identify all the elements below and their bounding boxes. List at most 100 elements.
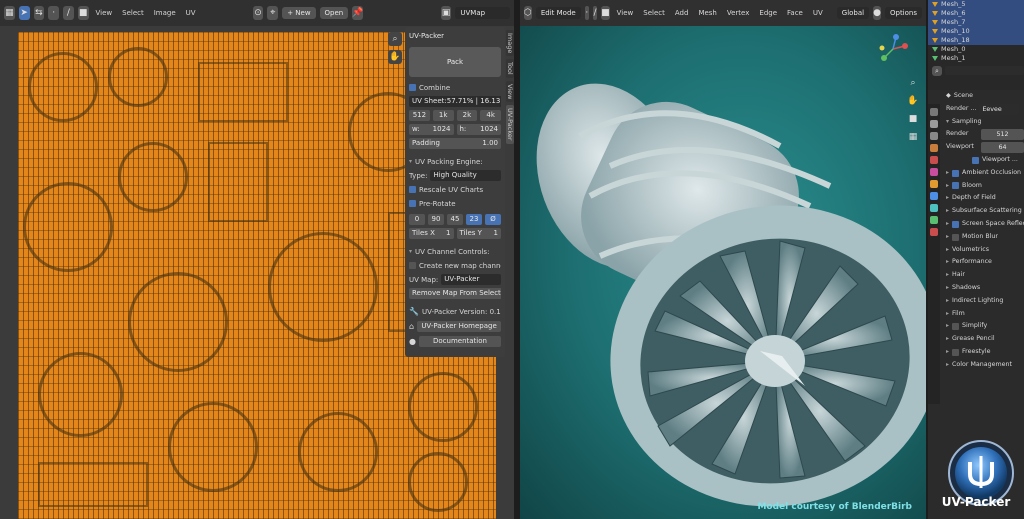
uvmap-name-field[interactable]: UV-Packer (441, 274, 501, 285)
freestyle-checkbox[interactable] (952, 348, 960, 356)
viewport-menu-edge[interactable]: Edge (756, 9, 780, 17)
viewport-samples-field[interactable]: 64 (981, 142, 1024, 154)
pack-button[interactable]: Pack (409, 47, 501, 77)
angle-90-button[interactable]: 90 (428, 214, 444, 225)
snap-icon[interactable]: ⌖ (267, 6, 279, 20)
world-tab-icon[interactable] (930, 168, 938, 176)
pan-icon[interactable]: ✋ (906, 94, 920, 108)
camera-icon[interactable]: ■ (906, 112, 920, 126)
section-freestyle[interactable]: ▸ Freestyle (942, 346, 1024, 359)
rescale-row[interactable]: Rescale UV Charts (409, 183, 501, 196)
prerotate-row[interactable]: Pre-Rotate (409, 197, 501, 210)
render-engine-dropdown[interactable]: Eevee (979, 103, 1020, 115)
tab-view[interactable]: View (506, 81, 514, 103)
section-subsurface[interactable]: ▸ Subsurface Scattering (942, 205, 1024, 218)
size-512-button[interactable]: 512 (409, 110, 430, 121)
modifier-tab-icon[interactable] (930, 192, 938, 200)
simplify-checkbox[interactable] (952, 323, 960, 331)
render-tab-icon[interactable] (930, 120, 938, 128)
type-dropdown[interactable]: High Quality (430, 170, 501, 181)
viewport-menu-select[interactable]: Select (640, 9, 668, 17)
section-motion-blur[interactable]: ▸ Motion Blur (942, 231, 1024, 244)
perspective-icon[interactable]: ▦ (906, 130, 920, 144)
angle-any-button[interactable]: Ø (485, 214, 501, 225)
view-layer-tab-icon[interactable] (930, 144, 938, 152)
uv-menu-uv[interactable]: UV (183, 9, 199, 17)
tool-tab-icon[interactable] (930, 108, 938, 116)
pin-icon[interactable]: 📌 (352, 6, 364, 20)
scene-tab-icon[interactable] (930, 156, 938, 164)
prerotate-checkbox[interactable] (409, 200, 416, 207)
size-4k-button[interactable]: 4k (480, 110, 501, 121)
size-2k-button[interactable]: 2k (456, 110, 478, 121)
tiles-x-field[interactable]: Tiles X 1 (409, 228, 454, 239)
section-simplify[interactable]: ▸ Simplify (942, 320, 1024, 333)
options-dropdown[interactable]: Options (884, 7, 922, 19)
viewport-menu-view[interactable]: View (614, 9, 637, 17)
outliner-item[interactable]: Mesh_18 (928, 36, 1024, 45)
material-tab-icon[interactable] (930, 228, 938, 236)
uv-menu-view[interactable]: View (93, 9, 116, 17)
collapse-icon[interactable]: ▾ (409, 158, 412, 165)
tab-tool[interactable]: Tool (506, 59, 514, 78)
section-indirect-lighting[interactable]: ▸ Indirect Lighting (942, 295, 1024, 308)
size-1k-button[interactable]: 1k (432, 110, 454, 121)
edge-select-icon[interactable]: / (63, 6, 74, 20)
section-grease-pencil[interactable]: ▸ Grease Pencil (942, 333, 1024, 346)
section-ambient-occlusion[interactable]: ▸ Ambient Occlusion (942, 167, 1024, 180)
uvmap-selector[interactable]: UVMap (455, 7, 510, 19)
navigation-gizmo[interactable] (878, 34, 908, 64)
face-mode-icon[interactable]: ■ (601, 6, 610, 20)
tab-image[interactable]: Image (506, 30, 514, 57)
outliner-item[interactable]: Mesh_0 (928, 45, 1024, 54)
outliner-item[interactable]: Mesh_7 (928, 18, 1024, 27)
outliner-item[interactable]: Mesh_6 (928, 9, 1024, 18)
vertex-mode-icon[interactable]: · (584, 6, 589, 20)
3d-viewport[interactable]: ⌕ ✋ ■ ▦ Model courtesy of BlenderBirb (520, 26, 926, 519)
combine-checkbox[interactable] (409, 84, 416, 91)
shading-solid-icon[interactable]: ● (873, 6, 881, 20)
viewport-menu-face[interactable]: Face (784, 9, 806, 17)
outliner-item[interactable]: Mesh_1 (928, 54, 1024, 63)
pan-view-icon[interactable]: ✋ (388, 50, 402, 64)
viewport-denoise-row[interactable]: Viewport ... (942, 154, 1024, 167)
viewport-denoise-checkbox[interactable] (972, 156, 979, 164)
section-bloom[interactable]: ▸ Bloom (942, 180, 1024, 193)
ambient-occlusion-checkbox[interactable] (952, 169, 960, 177)
viewport-menu-vertex[interactable]: Vertex (724, 9, 753, 17)
section-performance[interactable]: ▸ Performance (942, 256, 1024, 269)
remove-map-button[interactable]: Remove Map From Selection (409, 288, 501, 299)
sync-selection-icon[interactable]: ⇆ (33, 6, 45, 20)
uv-menu-select[interactable]: Select (119, 9, 147, 17)
output-tab-icon[interactable] (930, 132, 938, 140)
new-image-button[interactable]: + New (282, 7, 316, 19)
pivot-icon[interactable]: ⊙ (252, 6, 264, 20)
sampling-section[interactable]: ▾ Sampling (942, 116, 1024, 129)
angle-23-button[interactable]: 23 (466, 214, 482, 225)
tab-uv-packer[interactable]: UV-Packer (506, 105, 514, 144)
new-map-row[interactable]: Create new map channel (409, 259, 501, 272)
section-ssr[interactable]: ▸ Screen Space Reflec (942, 218, 1024, 231)
select-tool-icon[interactable]: ➤ (18, 6, 30, 20)
viewport-menu-add[interactable]: Add (672, 9, 692, 17)
uv-menu-image[interactable]: Image (151, 9, 179, 17)
padding-field[interactable]: Padding 1.00 (409, 138, 501, 149)
ssr-checkbox[interactable] (952, 220, 960, 228)
particles-tab-icon[interactable] (930, 204, 938, 212)
viewport-menu-mesh[interactable]: Mesh (695, 9, 719, 17)
outliner-item[interactable]: Mesh_10 (928, 27, 1024, 36)
new-map-checkbox[interactable] (409, 262, 416, 269)
section-color-management[interactable]: ▸ Color Management (942, 359, 1024, 372)
combine-checkbox-row[interactable]: Combine (409, 81, 501, 94)
section-volumetrics[interactable]: ▸ Volumetrics (942, 244, 1024, 257)
motion-blur-checkbox[interactable] (952, 233, 960, 241)
edge-mode-icon[interactable]: / (592, 6, 598, 20)
section-hair[interactable]: ▸ Hair (942, 269, 1024, 282)
tiles-y-field[interactable]: Tiles Y 1 (456, 228, 501, 239)
section-depth-of-field[interactable]: ▸ Depth of Field (942, 192, 1024, 205)
homepage-button[interactable]: UV-Packer Homepage (417, 320, 501, 332)
render-samples-field[interactable]: 512 (981, 129, 1024, 141)
editor-type-icon[interactable]: ⬡ (524, 6, 532, 20)
angle-0-button[interactable]: 0 (409, 214, 425, 225)
face-select-icon[interactable]: ■ (77, 6, 89, 20)
